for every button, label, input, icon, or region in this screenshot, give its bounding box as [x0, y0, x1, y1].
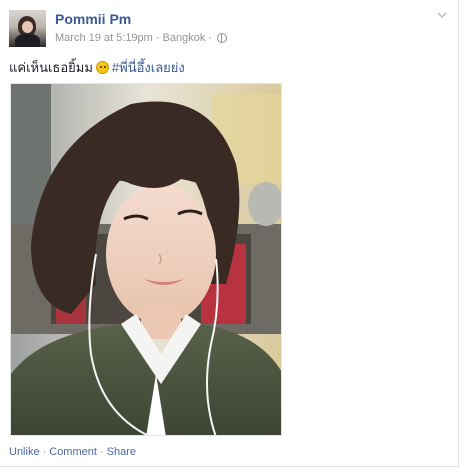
meta-separator: ·	[208, 32, 212, 44]
post-meta: March 19 at 5:19pm · Bangkok ·	[55, 32, 227, 44]
post-actions: Unlike · Comment · Share	[9, 446, 136, 458]
action-separator: ·	[99, 446, 104, 458]
avatar-body	[15, 34, 40, 47]
post-photo[interactable]	[10, 83, 282, 436]
post-card: Pommii Pm March 19 at 5:19pm · Bangkok ·…	[0, 0, 459, 467]
meta-separator: ·	[155, 32, 160, 44]
globe-icon[interactable]	[217, 33, 227, 43]
share-link[interactable]: Share	[107, 446, 136, 458]
post-text: แค่เห็นเธอยิ้มม #พี่นี่อึ้งเลยย่ง	[9, 57, 185, 78]
author-avatar[interactable]	[9, 10, 46, 47]
post-text-body: แค่เห็นเธอยิ้มม	[9, 60, 93, 75]
comment-link[interactable]: Comment	[49, 446, 97, 458]
chevron-down-icon[interactable]	[437, 10, 447, 20]
author-name[interactable]: Pommii Pm	[55, 11, 131, 27]
hashtag-link[interactable]: #พี่นี่อึ้งเลยย่ง	[112, 60, 185, 75]
photo-image	[11, 84, 281, 435]
post-timestamp[interactable]: March 19 at 5:19pm	[55, 32, 153, 44]
avatar-face	[22, 21, 33, 33]
post-location[interactable]: Bangkok	[163, 32, 206, 44]
smiley-emoji-icon	[95, 61, 109, 74]
unlike-link[interactable]: Unlike	[9, 446, 40, 458]
action-separator: ·	[42, 446, 47, 458]
